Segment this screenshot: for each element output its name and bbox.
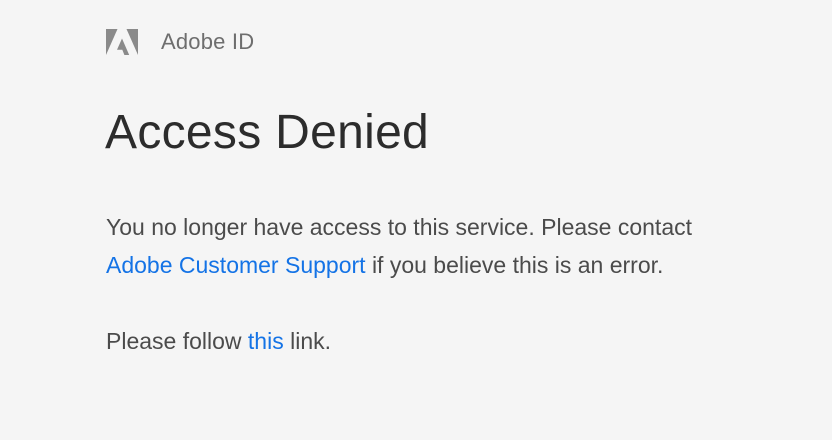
access-denied-page: Adobe ID Access Denied You no longer hav…	[0, 0, 832, 440]
customer-support-link[interactable]: Adobe Customer Support	[106, 252, 366, 278]
brand-name: Adobe ID	[161, 29, 255, 54]
brand-header: Adobe ID	[106, 28, 254, 56]
follow-link-message: Please follow this link.	[106, 322, 331, 360]
page-title: Access Denied	[105, 106, 430, 159]
follow-text-after: link.	[290, 328, 332, 354]
adobe-logo-icon	[106, 29, 138, 55]
follow-this-link[interactable]: this	[248, 328, 284, 354]
follow-text-before: Please follow	[106, 328, 242, 354]
access-message: You no longer have access to this servic…	[106, 208, 786, 284]
message-text-after: if you believe this is an error.	[371, 252, 664, 278]
message-text-before: You no longer have access to this servic…	[106, 214, 692, 240]
